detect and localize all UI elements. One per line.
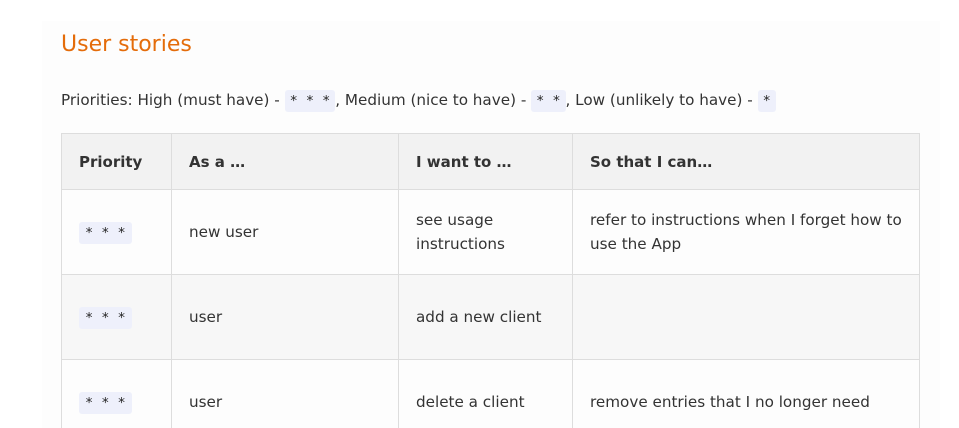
as-a-cell: user [171, 274, 399, 360]
header-as-a: As a … [171, 133, 399, 190]
i-want-to-cell: see usage instructions [398, 189, 573, 275]
so-that-cell: refer to instructions when I forget how … [572, 189, 920, 275]
priority-code: * * * [79, 392, 132, 414]
priorities-legend: Priorities: High (must have) - * * *, Me… [61, 87, 776, 113]
table-row: * * * user add a new client [61, 274, 920, 360]
i-want-to-cell: add a new client [398, 274, 573, 360]
so-that-cell [572, 274, 920, 360]
header-i-want-to: I want to … [398, 133, 573, 190]
table-row: * * * user delete a client remove entrie… [61, 359, 920, 428]
low-priority-text: , Low (unlikely to have) - [565, 91, 758, 109]
document-content: User stories Priorities: High (must have… [42, 21, 940, 428]
page: User stories Priorities: High (must have… [0, 0, 959, 428]
priority-cell: * * * [61, 359, 172, 428]
section-heading: User stories [61, 32, 192, 57]
priorities-lead-text: Priorities: High (must have) - [61, 91, 285, 109]
user-stories-table: Priority As a … I want to … So that I ca… [61, 133, 920, 428]
header-priority: Priority [61, 133, 172, 190]
medium-priority-code: * * [531, 90, 566, 112]
medium-priority-text: , Medium (nice to have) - [335, 91, 532, 109]
priority-code: * * * [79, 222, 132, 244]
low-priority-code: * [757, 90, 776, 112]
i-want-to-cell: delete a client [398, 359, 573, 428]
priority-cell: * * * [61, 274, 172, 360]
as-a-cell: user [171, 359, 399, 428]
as-a-cell: new user [171, 189, 399, 275]
table-row: * * * new user see usage instructions re… [61, 189, 920, 275]
high-priority-code: * * * [284, 90, 336, 112]
table-header-row: Priority As a … I want to … So that I ca… [61, 133, 920, 190]
so-that-cell: remove entries that I no longer need [572, 359, 920, 428]
priority-code: * * * [79, 307, 132, 329]
priority-cell: * * * [61, 189, 172, 275]
header-so-that-i-can: So that I can… [572, 133, 920, 190]
